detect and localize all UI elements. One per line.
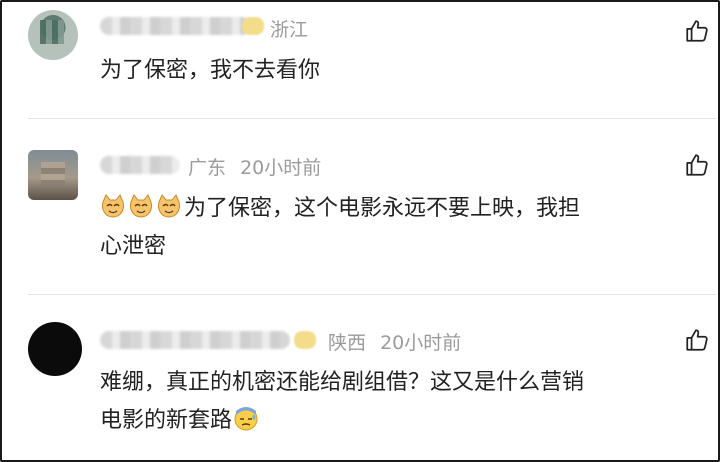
cat-face-emoji <box>158 194 180 218</box>
comment-meta: 陕西 20小时前 <box>328 328 461 355</box>
sweat-face-emoji <box>234 407 258 431</box>
comment-text: 心泄密 <box>100 234 167 259</box>
divider <box>28 294 716 295</box>
username-blurred[interactable] <box>100 156 180 174</box>
user-badge-icon <box>294 331 316 349</box>
comment-text: 为了保密，我不去看你 <box>100 58 321 83</box>
avatar[interactable] <box>28 322 82 376</box>
comment-location: 陕西 <box>328 332 367 354</box>
cat-face-emoji <box>130 194 152 218</box>
comment-text: 为了保密，这个电影永远不要上映，我担 <box>184 196 581 221</box>
thumbs-up-icon[interactable] <box>684 152 710 178</box>
comment-text-line: 为了保密，这个电影永远不要上映，我担 <box>100 190 580 228</box>
thumbs-up-icon[interactable] <box>684 327 710 353</box>
comment-text: 电影的新套路 <box>100 408 233 433</box>
username-blurred[interactable] <box>100 17 250 35</box>
comment-location: 广东 <box>188 157 227 179</box>
cat-face-emoji <box>102 194 124 218</box>
user-badge-icon <box>242 17 264 35</box>
username-blurred[interactable] <box>100 331 290 349</box>
comment-meta: 广东 20小时前 <box>188 153 321 180</box>
comment-location: 浙江 <box>270 19 309 41</box>
avatar[interactable] <box>28 150 78 200</box>
avatar[interactable] <box>28 10 78 60</box>
thumbs-up-icon[interactable] <box>684 18 710 44</box>
comment-time: 20小时前 <box>240 157 322 179</box>
comment-text: 难绷，真正的机密还能给剧组借？这又是什么营销 <box>100 370 585 395</box>
divider <box>28 118 716 119</box>
comment-time: 20小时前 <box>380 332 462 354</box>
comment-text-line: 电影的新套路 <box>100 402 260 440</box>
